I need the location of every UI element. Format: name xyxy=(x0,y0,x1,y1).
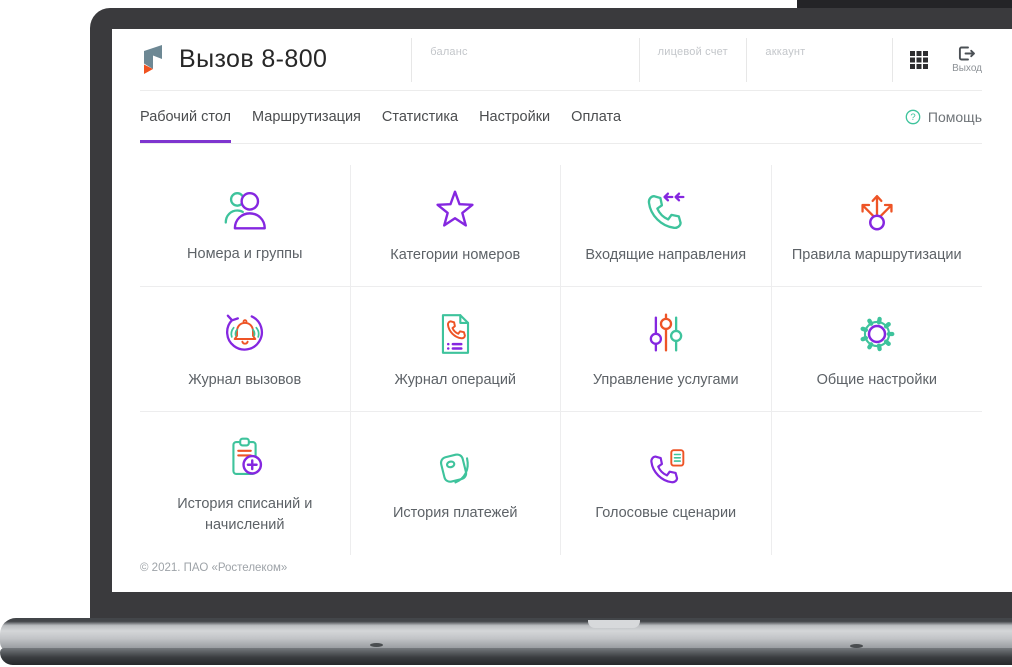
tile-label: История платежей xyxy=(392,505,518,522)
bell-circular-arrow-icon xyxy=(218,307,272,361)
tab-bar: Рабочий стол Маршрутизация Статистика На… xyxy=(140,91,621,143)
tile-charges-history[interactable]: История списаний и начислений xyxy=(140,412,351,555)
logout-icon xyxy=(958,46,976,61)
tile-number-categories[interactable]: Категории номеров xyxy=(350,165,561,287)
phone-script-icon xyxy=(639,442,693,494)
tile-label: Управление услугами xyxy=(592,371,739,388)
tile-label: История списаний и начислений xyxy=(177,495,313,533)
tile-payments-history[interactable]: История платежей xyxy=(351,412,561,555)
account-field: аккаунт xyxy=(746,37,892,82)
logout-button[interactable]: Выход xyxy=(952,46,982,74)
tile-label: Категории номеров xyxy=(390,247,521,264)
tab-routing[interactable]: Маршрутизация xyxy=(252,91,361,143)
wallet-icon xyxy=(428,442,482,494)
account-label: аккаунт xyxy=(765,45,806,58)
personal-account-label: лицевой счет xyxy=(657,45,728,58)
laptop-bottom-edge xyxy=(0,648,1012,665)
empty-grid-cell xyxy=(772,412,983,555)
personal-account-field: лицевой счет xyxy=(638,37,747,82)
clipboard-plus-icon xyxy=(218,431,272,485)
app-title: Вызов 8-800 xyxy=(179,45,328,73)
app-window: Вызов 8-800 баланс лицевой счет аккаунт xyxy=(112,29,1012,592)
users-icon xyxy=(218,185,272,235)
help-question-icon: ? xyxy=(905,109,921,125)
copyright-text: © 2021. ПАО «Ростелеком» xyxy=(140,562,288,574)
brand: Вызов 8-800 xyxy=(140,29,411,90)
apps-grid-icon xyxy=(910,50,929,69)
svg-text:?: ? xyxy=(910,112,915,123)
tile-general-settings[interactable]: Общие настройки xyxy=(771,287,982,412)
help-label: Помощь xyxy=(927,109,982,125)
document-phone-icon xyxy=(428,307,482,361)
tile-label: Журнал вызовов xyxy=(188,371,302,388)
dashboard-grid: Номера и группы Категории номеров Входящ… xyxy=(140,165,982,555)
phone-incoming-icon xyxy=(639,184,693,236)
header-actions: Выход xyxy=(892,37,982,82)
tile-service-management[interactable]: Управление услугами xyxy=(561,287,772,412)
gear-icon xyxy=(850,307,904,361)
tile-label: Общие настройки xyxy=(816,371,937,388)
star-icon xyxy=(428,184,482,236)
laptop-foot xyxy=(370,643,383,647)
tile-incoming-directions[interactable]: Входящие направления xyxy=(561,165,772,287)
page-canvas: Вызов 8-800 баланс лицевой счет аккаунт xyxy=(0,0,1012,667)
tile-label: Номера и группы xyxy=(187,246,303,263)
rostelecom-logo-icon xyxy=(140,43,166,77)
balance-field: баланс xyxy=(411,37,638,82)
routing-arrows-icon xyxy=(850,184,904,236)
tile-voice-scenarios[interactable]: Голосовые сценарии xyxy=(561,412,772,555)
help-link[interactable]: ? Помощь xyxy=(905,91,982,143)
tile-numbers-and-groups[interactable]: Номера и группы xyxy=(140,165,351,287)
tab-statistics[interactable]: Статистика xyxy=(382,91,458,143)
tile-call-journal[interactable]: Журнал вызовов xyxy=(140,287,351,412)
laptop-bezel: Вызов 8-800 баланс лицевой счет аккаунт xyxy=(90,8,1012,620)
tile-label: Правила маршрутизации xyxy=(791,247,962,264)
laptop-screen: Вызов 8-800 баланс лицевой счет аккаунт xyxy=(112,29,1012,592)
tab-desktop[interactable]: Рабочий стол xyxy=(140,91,232,143)
main-nav: Рабочий стол Маршрутизация Статистика На… xyxy=(140,91,982,144)
sliders-icon xyxy=(639,307,693,361)
laptop-lid-notch xyxy=(588,620,640,628)
balance-label: баланс xyxy=(430,45,468,58)
tile-label: Входящие направления xyxy=(585,247,747,264)
apps-grid-button[interactable] xyxy=(910,50,929,69)
app-header: Вызов 8-800 баланс лицевой счет аккаунт xyxy=(140,29,982,91)
logout-label: Выход xyxy=(952,62,982,74)
tile-label: Журнал операций xyxy=(394,371,517,388)
tile-routing-rules[interactable]: Правила маршрутизации xyxy=(771,165,982,287)
tile-operations-journal[interactable]: Журнал операций xyxy=(350,287,561,412)
tile-label: Голосовые сценарии xyxy=(595,505,737,522)
tab-settings[interactable]: Настройки xyxy=(479,91,550,143)
tab-payment[interactable]: Оплата xyxy=(571,91,621,143)
